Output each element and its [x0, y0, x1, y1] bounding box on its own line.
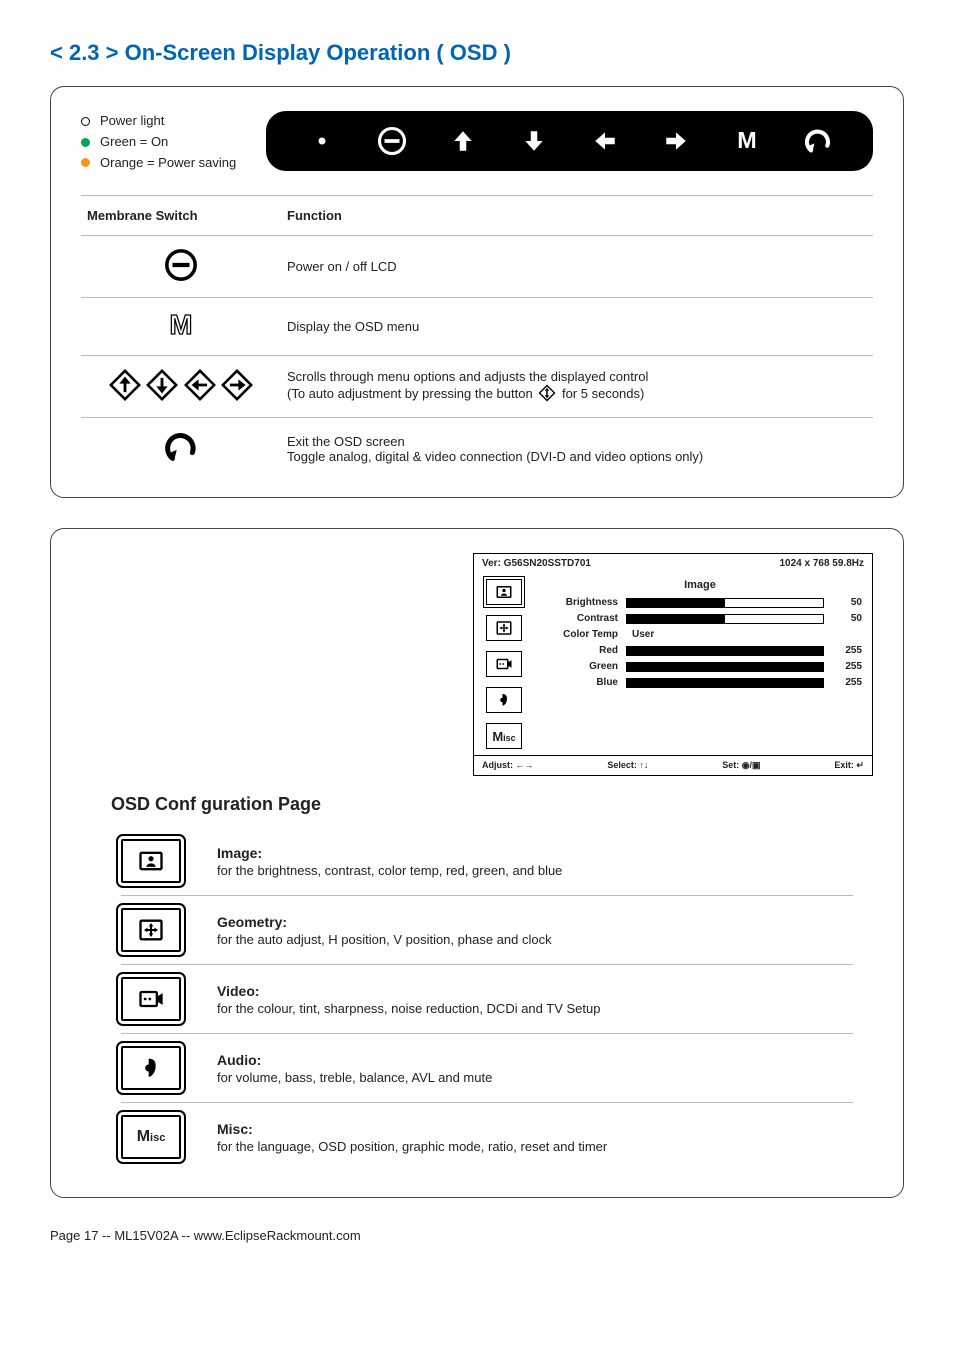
geometry-icon [121, 908, 181, 952]
membrane-switch-panel: Power light Green = On Orange = Power sa… [50, 86, 904, 498]
page-footer: Page 17 -- ML15V02A -- www.EclipseRackmo… [50, 1228, 904, 1243]
osd-tab-misc[interactable]: Misc [486, 723, 522, 749]
diamond-left-icon [183, 368, 217, 402]
diamond-down-icon [145, 368, 179, 402]
menu-button-icon[interactable] [729, 123, 765, 159]
power-button-icon[interactable] [374, 123, 410, 159]
table-header-row: Membrane Switch Function [81, 196, 873, 236]
section-title: < 2.3 > On-Screen Display Operation ( OS… [50, 40, 904, 66]
audio-icon [121, 1046, 181, 1090]
osd-row-colortemp[interactable]: Color Temp User [538, 629, 862, 640]
osd-config-panel: Ver: G56SN20SSTD701 1024 x 768 59.8Hz Mi… [50, 528, 904, 1198]
osd-window: Ver: G56SN20SSTD701 1024 x 768 59.8Hz Mi… [473, 553, 873, 776]
osd-tab-geometry[interactable] [486, 615, 522, 641]
image-icon [121, 839, 181, 883]
up-button-icon[interactable] [445, 123, 481, 159]
category-geometry: Geometry:for the auto adjust, H position… [121, 896, 853, 965]
orange-dot-icon [81, 158, 90, 167]
header-function: Function [281, 196, 873, 236]
left-button-icon[interactable] [587, 123, 623, 159]
diamond-right-icon [220, 368, 254, 402]
diamond-updown-icon [538, 384, 556, 402]
osd-row-red[interactable]: Red 255 [538, 645, 862, 656]
osd-heading: Image [538, 579, 862, 591]
down-button-icon[interactable] [516, 123, 552, 159]
table-row: Power on / off LCD [81, 236, 873, 298]
power-light-indicator-icon [81, 117, 90, 126]
category-video: Video:for the colour, tint, sharpness, n… [121, 965, 853, 1034]
osd-hint-set: Set: ◉/▣ [722, 760, 760, 771]
legend-green: Green = On [100, 132, 168, 153]
header-switch: Membrane Switch [81, 196, 281, 236]
legend-power-light: Power light [100, 111, 164, 132]
function-exit: Exit the OSD screen Toggle analog, digit… [281, 418, 873, 480]
exit-button-icon[interactable] [800, 123, 836, 159]
osd-tab-video[interactable] [486, 651, 522, 677]
green-dot-icon [81, 138, 90, 147]
osd-row-green[interactable]: Green 255 [538, 661, 862, 672]
osd-row-brightness[interactable]: Brightness 50 [538, 597, 862, 608]
osd-hint-exit: Exit: ↵ [834, 760, 864, 771]
osd-row-contrast[interactable]: Contrast 50 [538, 613, 862, 624]
category-audio: Audio:for volume, bass, treble, balance,… [121, 1034, 853, 1103]
right-button-icon[interactable] [658, 123, 694, 159]
svg-text:M: M [170, 310, 193, 340]
power-light-legend: Power light Green = On Orange = Power sa… [81, 111, 236, 173]
osd-hint-adjust: Adjust: ←→ [482, 760, 534, 771]
function-menu: Display the OSD menu [281, 298, 873, 356]
menu-m-icon: M [166, 310, 196, 340]
function-power: Power on / off LCD [281, 236, 873, 298]
osd-hint-select: Select: ↑↓ [607, 760, 648, 771]
category-misc: Misc Misc:for the language, OSD position… [121, 1103, 853, 1171]
membrane-switch-bar [266, 111, 873, 171]
table-row: Scrolls through menu options and adjusts… [81, 356, 873, 418]
osd-version: Ver: G56SN20SSTD701 [482, 558, 591, 569]
power-icon [164, 248, 198, 282]
function-scroll: Scrolls through menu options and adjusts… [281, 356, 873, 418]
legend-orange: Orange = Power saving [100, 153, 236, 174]
osd-tab-image[interactable] [486, 579, 522, 605]
osd-tab-audio[interactable] [486, 687, 522, 713]
status-led-icon [304, 123, 340, 159]
table-row: M Display the OSD menu [81, 298, 873, 356]
function-table: Membrane Switch Function Power on / off … [81, 195, 873, 479]
exit-icon [164, 430, 198, 464]
category-image: Image:for the brightness, contrast, colo… [121, 827, 853, 896]
table-row: Exit the OSD screen Toggle analog, digit… [81, 418, 873, 480]
osd-resolution: 1024 x 768 59.8Hz [779, 558, 864, 569]
osd-row-blue[interactable]: Blue 255 [538, 677, 862, 688]
misc-icon: Misc [121, 1115, 181, 1159]
video-icon [121, 977, 181, 1021]
diamond-up-icon [108, 368, 142, 402]
osd-config-title: OSD Conf guration Page [111, 794, 873, 815]
